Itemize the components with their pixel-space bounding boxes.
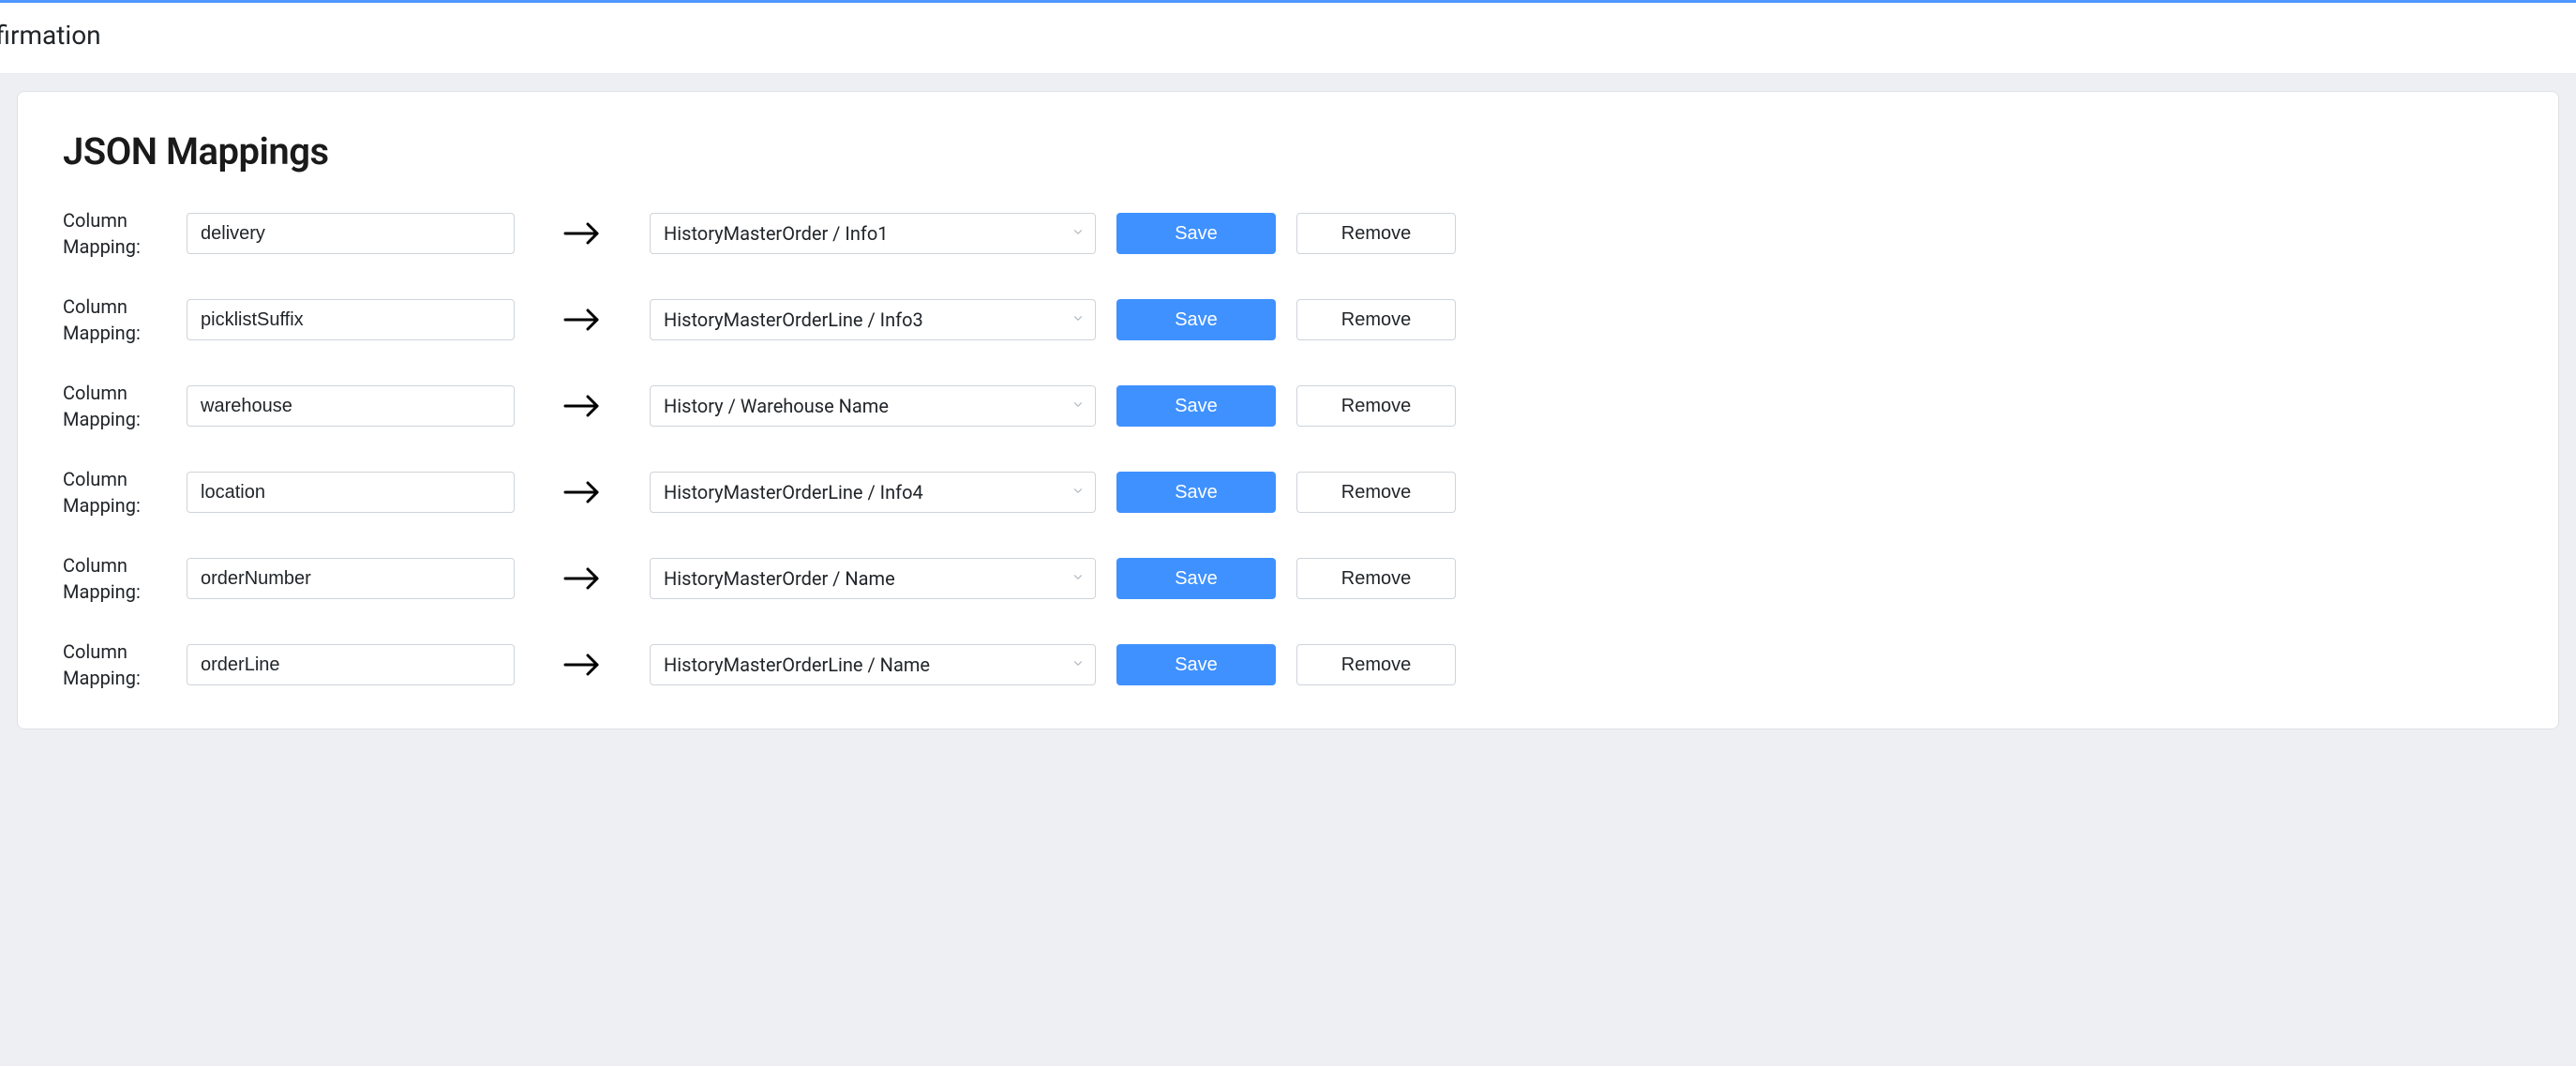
json-mappings-card: JSON Mappings Column Mapping: HistoryMas… [17, 91, 2559, 729]
page-body: JSON Mappings Column Mapping: HistoryMas… [0, 74, 2576, 1066]
source-column-input[interactable] [187, 385, 515, 427]
remove-button[interactable]: Remove [1296, 472, 1456, 513]
mapping-row: Column Mapping: HistoryMasterOrderLine /… [63, 639, 2513, 691]
row-label: Column Mapping: [63, 380, 166, 432]
remove-button[interactable]: Remove [1296, 558, 1456, 599]
save-button[interactable]: Save [1116, 299, 1276, 340]
source-column-input[interactable] [187, 644, 515, 685]
arrow-icon [535, 220, 629, 247]
arrow-icon [535, 652, 629, 678]
target-field-value: HistoryMasterOrder / Info1 [664, 222, 888, 245]
remove-button[interactable]: Remove [1296, 213, 1456, 254]
save-button[interactable]: Save [1116, 385, 1276, 427]
remove-button[interactable]: Remove [1296, 385, 1456, 427]
save-button[interactable]: Save [1116, 644, 1276, 685]
source-column-input[interactable] [187, 299, 515, 340]
target-field-value: HistoryMasterOrderLine / Name [664, 654, 930, 676]
row-label: Column Mapping: [63, 293, 166, 346]
target-field-select[interactable]: HistoryMasterOrderLine / Info4 [650, 472, 1096, 513]
mappings-list: Column Mapping: HistoryMasterOrder / Inf… [63, 207, 2513, 691]
row-label: Column Mapping: [63, 466, 166, 518]
save-button[interactable]: Save [1116, 213, 1276, 254]
target-field-select[interactable]: History / Warehouse Name [650, 385, 1096, 427]
arrow-icon [535, 565, 629, 592]
target-field-value: HistoryMasterOrderLine / Info3 [664, 308, 923, 331]
mapping-row: Column Mapping: HistoryMasterOrderLine /… [63, 466, 2513, 518]
breadcrumb: onfirmation [0, 20, 2576, 51]
arrow-icon [535, 307, 629, 333]
mapping-row: Column Mapping: History / Warehouse Name… [63, 380, 2513, 432]
mapping-row: Column Mapping: HistoryMasterOrderLine /… [63, 293, 2513, 346]
card-title: JSON Mappings [63, 129, 2513, 173]
row-label: Column Mapping: [63, 207, 166, 260]
source-column-input[interactable] [187, 472, 515, 513]
remove-button[interactable]: Remove [1296, 299, 1456, 340]
arrow-icon [535, 479, 629, 505]
remove-button[interactable]: Remove [1296, 644, 1456, 685]
arrow-icon [535, 393, 629, 419]
target-field-select[interactable]: HistoryMasterOrder / Info1 [650, 213, 1096, 254]
source-column-input[interactable] [187, 558, 515, 599]
target-field-value: HistoryMasterOrder / Name [664, 567, 895, 590]
page-header: onfirmation [0, 0, 2576, 74]
target-field-value: History / Warehouse Name [664, 395, 889, 417]
save-button[interactable]: Save [1116, 472, 1276, 513]
row-label: Column Mapping: [63, 639, 166, 691]
target-field-select[interactable]: HistoryMasterOrderLine / Name [650, 644, 1096, 685]
target-field-select[interactable]: HistoryMasterOrder / Name [650, 558, 1096, 599]
target-field-value: HistoryMasterOrderLine / Info4 [664, 481, 923, 503]
save-button[interactable]: Save [1116, 558, 1276, 599]
target-field-select[interactable]: HistoryMasterOrderLine / Info3 [650, 299, 1096, 340]
mapping-row: Column Mapping: HistoryMasterOrder / Inf… [63, 207, 2513, 260]
mapping-row: Column Mapping: HistoryMasterOrder / Nam… [63, 552, 2513, 605]
row-label: Column Mapping: [63, 552, 166, 605]
source-column-input[interactable] [187, 213, 515, 254]
